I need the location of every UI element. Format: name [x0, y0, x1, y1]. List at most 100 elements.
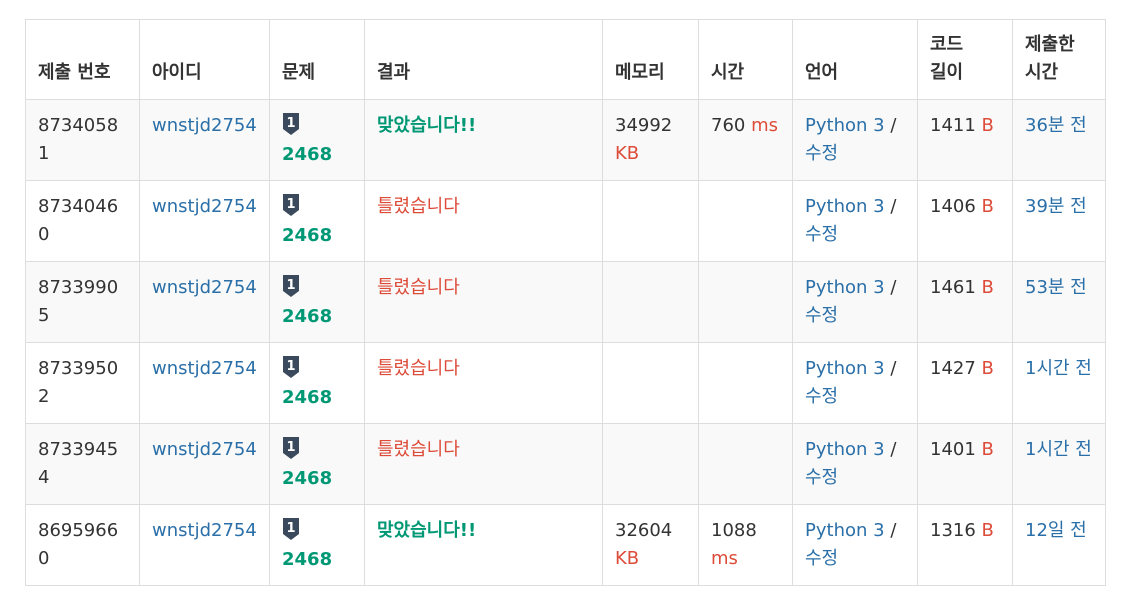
problem-cell: 1 2468: [269, 504, 365, 586]
result-cell: 맞았습니다!!: [364, 504, 603, 586]
problem-cell: 1 2468: [269, 99, 365, 181]
header-row: 제출 번호 아이디 문제 결과 메모리 시간 언어 코드 길이 제출한 시간: [25, 19, 1106, 100]
submitted-at-link[interactable]: 53분 전: [1025, 277, 1087, 298]
code-length-cell: 1406 B: [917, 180, 1013, 262]
problem-number-link[interactable]: 2468: [282, 387, 332, 408]
problem-number-link[interactable]: 2468: [282, 144, 332, 165]
submission-id-cell: 87339905: [25, 261, 140, 343]
problem-number-link[interactable]: 2468: [282, 306, 332, 327]
user-id-link[interactable]: wnstjd2754: [152, 196, 257, 217]
problem-cell: 1 2468: [269, 180, 365, 262]
result-text[interactable]: 맞았습니다!!: [377, 115, 476, 136]
problem-cell: 1 2468: [269, 261, 365, 343]
memory-cell: [602, 261, 699, 343]
time-cell: 1088 ms: [698, 504, 793, 586]
language-link[interactable]: Python 3: [805, 439, 885, 460]
time-cell: [698, 423, 793, 505]
header-submission-id: 제출 번호: [25, 19, 140, 100]
bronze-tier-1-icon: 1: [283, 113, 299, 135]
submission-id: 87339502: [38, 358, 119, 407]
header-problem: 문제: [269, 19, 365, 100]
language-link[interactable]: Python 3: [805, 196, 885, 217]
table-row: 87339454 wnstjd2754 1 2468 틀렸습니다 Python 3…: [25, 423, 1106, 505]
problem-number-link[interactable]: 2468: [282, 468, 332, 489]
edit-link[interactable]: 수정: [805, 224, 838, 245]
user-id-link[interactable]: wnstjd2754: [152, 277, 257, 298]
submitted-at-link[interactable]: 1시간 전: [1025, 358, 1092, 379]
slash-separator: /: [890, 358, 897, 379]
table-row: 86959660 wnstjd2754 1 2468 맞았습니다!! 32604 …: [25, 504, 1106, 586]
slash-separator: /: [890, 196, 897, 217]
slash-separator: /: [890, 439, 897, 460]
submitted-at-cell: 12일 전: [1012, 504, 1106, 586]
submitted-at-cell: 1시간 전: [1012, 423, 1106, 505]
submitted-at-link[interactable]: 12일 전: [1025, 520, 1087, 541]
memory-value: 32604: [615, 520, 673, 541]
language-link[interactable]: Python 3: [805, 520, 885, 541]
edit-link[interactable]: 수정: [805, 548, 838, 569]
problem-number-link[interactable]: 2468: [282, 225, 332, 246]
header-time: 시간: [698, 19, 793, 100]
language-cell: Python 3 / 수정: [792, 423, 918, 505]
submitted-at-link[interactable]: 39분 전: [1025, 196, 1087, 217]
header-code-length: 코드 길이: [917, 19, 1013, 100]
header-user-id: 아이디: [139, 19, 270, 100]
tier-label: 1: [286, 359, 295, 374]
edit-link[interactable]: 수정: [805, 143, 838, 164]
memory-cell: [602, 180, 699, 262]
submission-id: 87340460: [38, 196, 119, 245]
submitted-at-cell: 1시간 전: [1012, 342, 1106, 424]
time-unit: ms: [711, 548, 738, 569]
user-id-link[interactable]: wnstjd2754: [152, 115, 257, 136]
user-id-link[interactable]: wnstjd2754: [152, 520, 257, 541]
result-text[interactable]: 맞았습니다!!: [377, 520, 476, 541]
code-length-cell: 1401 B: [917, 423, 1013, 505]
code-length-cell: 1411 B: [917, 99, 1013, 181]
memory-cell: 32604 KB: [602, 504, 699, 586]
language-link[interactable]: Python 3: [805, 115, 885, 136]
code-length-value: 1427: [930, 358, 976, 379]
problem-number-link[interactable]: 2468: [282, 549, 332, 570]
edit-link[interactable]: 수정: [805, 386, 838, 407]
tier-label: 1: [286, 440, 295, 455]
user-id-link[interactable]: wnstjd2754: [152, 358, 257, 379]
result-text[interactable]: 틀렸습니다: [377, 277, 460, 298]
submitted-at-cell: 39분 전: [1012, 180, 1106, 262]
submission-id: 87339454: [38, 439, 119, 488]
memory-cell: 34992 KB: [602, 99, 699, 181]
result-text[interactable]: 틀렸습니다: [377, 358, 460, 379]
tier-label: 1: [286, 116, 295, 131]
language-link[interactable]: Python 3: [805, 358, 885, 379]
edit-link[interactable]: 수정: [805, 467, 838, 488]
header-result: 결과: [364, 19, 603, 100]
language-cell: Python 3 / 수정: [792, 261, 918, 343]
edit-link[interactable]: 수정: [805, 305, 838, 326]
code-length-cell: 1427 B: [917, 342, 1013, 424]
time-unit: ms: [751, 115, 779, 136]
table-row: 87340460 wnstjd2754 1 2468 틀렸습니다 Python 3…: [25, 180, 1106, 262]
submission-id-cell: 86959660: [25, 504, 140, 586]
submitted-at-link[interactable]: 36분 전: [1025, 115, 1087, 136]
submission-id-cell: 87340581: [25, 99, 140, 181]
submission-id: 87340581: [38, 115, 119, 164]
language-link[interactable]: Python 3: [805, 277, 885, 298]
submission-id-cell: 87340460: [25, 180, 140, 262]
time-cell: [698, 342, 793, 424]
bronze-tier-1-icon: 1: [283, 356, 299, 378]
tier-label: 1: [286, 521, 295, 536]
submission-status-table: 제출 번호 아이디 문제 결과 메모리 시간 언어 코드 길이 제출한 시간 8…: [25, 19, 1106, 586]
user-id-link[interactable]: wnstjd2754: [152, 439, 257, 460]
result-text[interactable]: 틀렸습니다: [377, 196, 460, 217]
code-length-unit: B: [981, 520, 994, 541]
tier-label: 1: [286, 197, 295, 212]
time-cell: [698, 180, 793, 262]
language-cell: Python 3 / 수정: [792, 342, 918, 424]
code-length-value: 1461: [930, 277, 976, 298]
table-body: 87340581 wnstjd2754 1 2468 맞았습니다!! 34992 …: [25, 99, 1106, 586]
submitted-at-cell: 36분 전: [1012, 99, 1106, 181]
result-text[interactable]: 틀렸습니다: [377, 439, 460, 460]
slash-separator: /: [890, 277, 897, 298]
table-row: 87340581 wnstjd2754 1 2468 맞았습니다!! 34992 …: [25, 99, 1106, 181]
memory-unit: KB: [615, 548, 640, 569]
submitted-at-link[interactable]: 1시간 전: [1025, 439, 1092, 460]
